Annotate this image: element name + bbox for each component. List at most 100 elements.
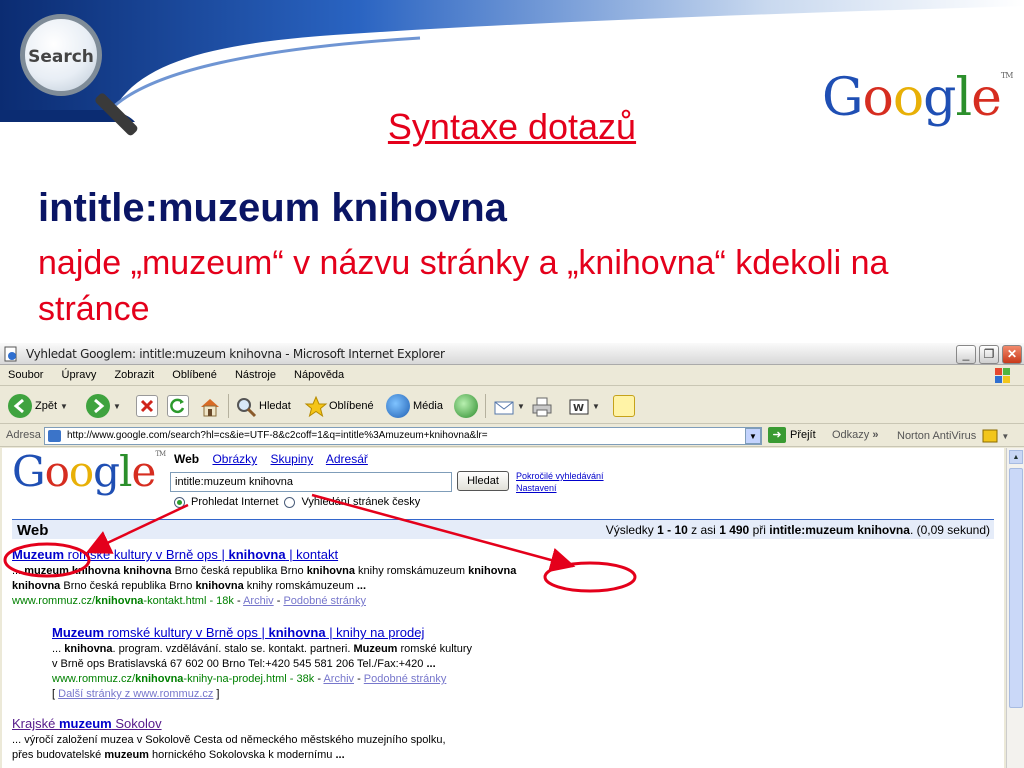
stats-prefix: Výsledky xyxy=(605,523,654,537)
back-button[interactable]: Zpět ▼ xyxy=(8,392,68,420)
menu-oblibene[interactable]: Oblíbené xyxy=(164,366,224,381)
minimize-button[interactable]: _ xyxy=(956,345,976,364)
links-button[interactable]: Odkazy » xyxy=(832,429,878,441)
result-url-line: www.rommuz.cz/knihovna-knihy-na-prodej.h… xyxy=(52,673,447,685)
scroll-up-icon[interactable]: ▲ xyxy=(1009,450,1023,464)
back-arrow-icon xyxy=(8,394,32,418)
search-input[interactable] xyxy=(170,472,452,492)
settings-link[interactable]: Nastavení xyxy=(516,482,604,494)
mail-icon xyxy=(492,395,514,417)
cached-link[interactable]: Archiv xyxy=(243,595,274,607)
search-logo-text: Search xyxy=(28,47,94,67)
window-titlebar[interactable]: Vyhledat Googlem: intitle:muzeum knihovn… xyxy=(0,343,1024,365)
result-title[interactable]: Krajské muzeum Sokolov xyxy=(12,716,652,733)
go-arrow-icon: ➜ xyxy=(768,427,786,443)
favorites-button[interactable]: Oblíbené xyxy=(304,392,374,420)
search-button[interactable]: Hledat xyxy=(234,392,291,420)
messenger-button[interactable] xyxy=(613,392,635,420)
home-button[interactable] xyxy=(198,392,220,420)
favorites-label: Oblíbené xyxy=(329,400,374,412)
snippet-bold: ... xyxy=(426,658,436,670)
stats-about: z asi xyxy=(691,523,716,537)
media-label: Média xyxy=(413,400,443,412)
search-result: Muzeum romské kultury v Brně ops | kniho… xyxy=(12,547,652,609)
tab-directory[interactable]: Adresář xyxy=(326,452,368,466)
printer-icon xyxy=(530,395,552,417)
forward-button[interactable]: ▼ xyxy=(86,392,121,420)
media-button[interactable]: Média xyxy=(386,392,443,420)
snippet-bold: knihovna xyxy=(195,580,244,592)
snippet-text: . program. vzdělávání. stalo se. kontakt… xyxy=(112,643,354,655)
url-text: -kontakt.html xyxy=(143,595,207,607)
print-button[interactable] xyxy=(530,392,552,420)
refresh-button[interactable] xyxy=(167,392,189,420)
history-icon xyxy=(454,394,478,418)
menu-upravy[interactable]: Úpravy xyxy=(54,366,104,381)
radio-czech[interactable] xyxy=(284,496,296,508)
snippet-bold: knihovna xyxy=(306,565,355,577)
similar-pages-link[interactable]: Podobné stránky xyxy=(283,595,366,607)
cached-link[interactable]: Archiv xyxy=(323,673,354,685)
norton-dropdown-icon[interactable]: ▼ xyxy=(1001,432,1009,441)
back-dropdown-icon[interactable]: ▼ xyxy=(60,402,68,411)
mail-dropdown-icon[interactable]: ▼ xyxy=(517,402,525,411)
forward-dropdown-icon[interactable]: ▼ xyxy=(113,402,121,411)
snippet-bold: Muzeum xyxy=(353,643,398,655)
menu-soubor[interactable]: Soubor xyxy=(0,366,50,381)
more-results-link[interactable]: Další stránky z www.rommuz.cz xyxy=(58,688,213,700)
snippet-text: Brno česká republika Brno xyxy=(171,565,307,577)
snippet-bold: ... xyxy=(335,749,345,761)
url-text: -knihy-na-prodej.html xyxy=(183,673,287,685)
refresh-icon xyxy=(167,395,189,417)
go-button[interactable]: ➜ Přejít xyxy=(768,427,816,443)
tab-groups[interactable]: Skupiny xyxy=(271,452,314,466)
edit-dropdown-icon[interactable]: ▼ xyxy=(592,402,600,411)
menu-napoveda[interactable]: Nápověda xyxy=(286,366,351,381)
mail-button[interactable]: ▼ xyxy=(492,392,525,420)
search-icon xyxy=(234,395,257,418)
search-submit-button[interactable]: Hledat xyxy=(457,471,509,491)
stop-button[interactable] xyxy=(136,392,158,420)
result-url-line: www.rommuz.cz/knihovna-kontakt.html - 18… xyxy=(12,595,366,607)
norton-antivirus-button[interactable]: Norton AntiVirus ▼ xyxy=(897,429,1009,443)
google-logo[interactable]: GoogleTM xyxy=(12,451,166,493)
result-title[interactable]: Muzeum romské kultury v Brně ops | kniho… xyxy=(12,547,652,564)
title-bold: Muzeum xyxy=(12,547,64,562)
home-icon xyxy=(198,395,220,417)
toolbar-separator xyxy=(485,394,486,418)
restore-button[interactable]: ❐ xyxy=(979,345,999,364)
snippet-bold: knihovna xyxy=(64,643,113,655)
address-input[interactable]: http://www.google.com/search?hl=cs&ie=UT… xyxy=(44,427,762,445)
result-snippet: ... výročí založení muzea v Sokolově Ces… xyxy=(12,733,652,763)
tab-images[interactable]: Obrázky xyxy=(212,452,257,466)
snippet-bold: muzeum xyxy=(104,749,149,761)
slide-title: Syntaxe dotazů xyxy=(387,106,637,147)
url-text: www.rommuz.cz/ xyxy=(52,673,136,685)
menu-nastroje[interactable]: Nástroje xyxy=(227,366,283,381)
snippet-text: ... xyxy=(12,565,25,577)
radio-internet[interactable] xyxy=(174,496,185,508)
advanced-search-link[interactable]: Pokročilé vyhledávání xyxy=(516,470,604,482)
star-icon xyxy=(304,395,328,418)
snippet-text: romské kultury xyxy=(397,643,473,655)
result-title[interactable]: Muzeum romské kultury v Brně ops | kniho… xyxy=(52,625,612,642)
title-text: Sokolov xyxy=(111,716,162,731)
vertical-scrollbar[interactable]: ▲ xyxy=(1006,448,1024,768)
edit-button[interactable]: W ▼ xyxy=(567,392,600,420)
back-label: Zpět xyxy=(35,400,58,412)
snippet-text: knihy romskámuzeum xyxy=(243,580,357,592)
snippet-text: ... výročí založení muzea v Sokolově Ces… xyxy=(12,734,446,746)
norton-label: Norton AntiVirus xyxy=(897,429,977,442)
snippet-text: hornického Sokolovska k modernímu xyxy=(148,749,336,761)
search-result: Muzeum romské kultury v Brně ops | kniho… xyxy=(52,625,612,702)
title-text: romské kultury v Brně ops | xyxy=(64,547,229,562)
scrollbar-thumb[interactable] xyxy=(1009,468,1023,708)
history-button[interactable] xyxy=(454,392,478,420)
page-icon xyxy=(48,430,61,442)
title-text: | knihy na prodej xyxy=(325,625,425,640)
close-button[interactable]: ✕ xyxy=(1002,345,1022,364)
menu-zobrazit[interactable]: Zobrazit xyxy=(106,366,161,381)
title-text: romské kultury v Brně ops | xyxy=(104,625,269,640)
address-dropdown-icon[interactable]: ▼ xyxy=(745,428,761,444)
similar-pages-link[interactable]: Podobné stránky xyxy=(364,673,447,685)
